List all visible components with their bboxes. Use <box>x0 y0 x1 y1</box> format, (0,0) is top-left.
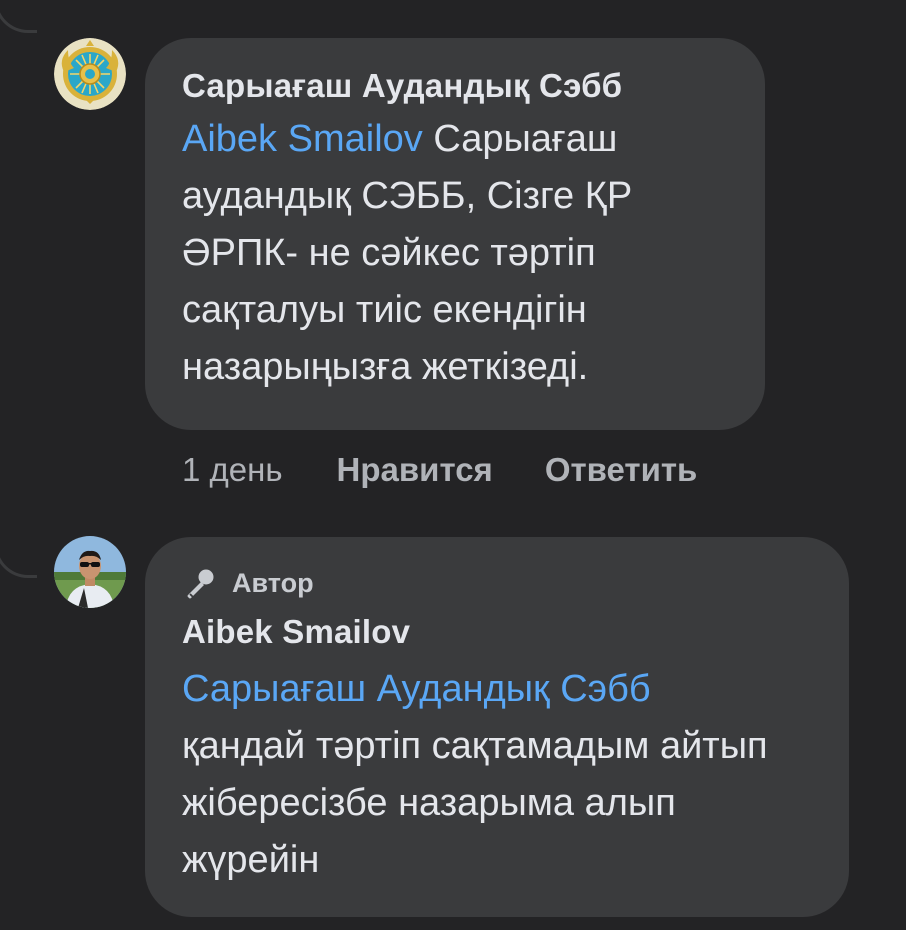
comment-text: Сарыағаш Аудандық Сэбб қандай тәртіп сақ… <box>182 661 813 889</box>
comment-text: Aibek Smailov Сарыағаш аудандық СЭББ, Сі… <box>182 111 729 396</box>
comment-author-name[interactable]: Aibek Smailov <box>182 613 813 651</box>
comment-body: қандай тәртіп сақтамадым айтып жібересіз… <box>182 725 768 881</box>
comment-bubble: Сарыағаш Аудандық Сэбб Aibek Smailov Сар… <box>145 38 765 430</box>
comment-timestamp: 1 день <box>182 451 283 488</box>
kazakhstan-emblem-icon <box>54 38 126 110</box>
thread-connector-line <box>0 0 37 33</box>
reply-button[interactable]: Ответить <box>545 451 698 489</box>
mention-link[interactable]: Aibek Smailov <box>182 118 423 160</box>
like-button[interactable]: Нравится <box>337 451 493 489</box>
author-badge: Автор <box>182 563 813 603</box>
author-badge-label: Автор <box>232 567 314 598</box>
comment-thread: Сарыағаш Аудандық Сэбб Aibek Smailov Сар… <box>0 0 906 930</box>
comment-actions: 1 день Нравится Ответить <box>182 450 749 490</box>
user-photo-avatar <box>54 536 126 608</box>
avatar[interactable] <box>54 536 126 608</box>
comment-author-name[interactable]: Сарыағаш Аудандық Сэбб <box>182 67 729 105</box>
microphone-icon <box>187 569 214 599</box>
comment-bubble: Автор Aibek Smailov Сарыағаш Аудандық Сэ… <box>145 537 849 917</box>
mention-link[interactable]: Сарыағаш Аудандық Сэбб <box>182 668 651 710</box>
thread-connector-line <box>0 535 37 578</box>
avatar[interactable] <box>54 38 126 110</box>
